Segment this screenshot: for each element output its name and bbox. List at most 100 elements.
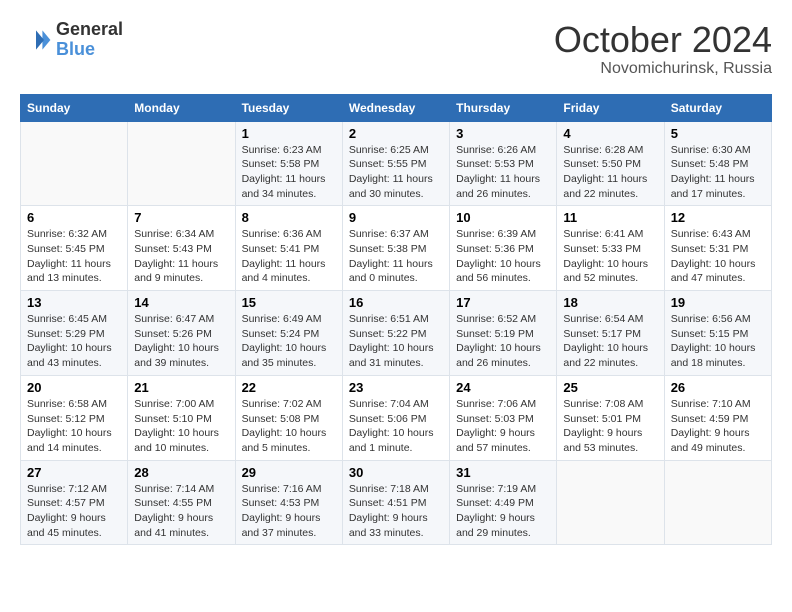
day-number: 3 [456,126,550,141]
calendar-cell: 29 Sunrise: 7:16 AMSunset: 4:53 PMDayligh… [235,460,342,545]
week-row-1: 1 Sunrise: 6:23 AMSunset: 5:58 PMDaylight… [21,121,772,206]
day-content: Sunrise: 6:23 AMSunset: 5:58 PMDaylight:… [242,143,336,202]
calendar-cell: 25Sunrise: 7:08 AMSunset: 5:01 PMDayligh… [557,375,664,460]
day-number: 27 [27,465,121,480]
day-content: Sunrise: 6:51 AMSunset: 5:22 PMDaylight:… [349,312,443,371]
weekday-header-sunday: Sunday [21,94,128,121]
day-content: Sunrise: 7:02 AMSunset: 5:08 PMDaylight:… [242,397,336,456]
calendar-cell: 5Sunrise: 6:30 AMSunset: 5:48 PMDaylight… [664,121,771,206]
calendar-cell: 7 Sunrise: 6:34 AMSunset: 5:43 PMDaylight… [128,206,235,291]
day-content: Sunrise: 6:36 AMSunset: 5:41 PMDaylight:… [242,227,336,286]
day-content: Sunrise: 7:10 AMSunset: 4:59 PMDaylight:… [671,397,765,456]
day-content: Sunrise: 7:04 AMSunset: 5:06 PMDaylight:… [349,397,443,456]
calendar-cell: 11 Sunrise: 6:41 AMSunset: 5:33 PMDayligh… [557,206,664,291]
day-content: Sunrise: 6:45 AMSunset: 5:29 PMDaylight:… [27,312,121,371]
day-content: Sunrise: 7:14 AMSunset: 4:55 PMDaylight:… [134,482,228,541]
day-content: Sunrise: 6:34 AMSunset: 5:43 PMDaylight:… [134,227,228,286]
day-content: Sunrise: 6:49 AMSunset: 5:24 PMDaylight:… [242,312,336,371]
day-content: Sunrise: 7:16 AMSunset: 4:53 PMDaylight:… [242,482,336,541]
day-number: 19 [671,295,765,310]
day-number: 8 [242,210,336,225]
calendar-cell: 8 Sunrise: 6:36 AMSunset: 5:41 PMDaylight… [235,206,342,291]
day-content: Sunrise: 6:26 AMSunset: 5:53 PMDaylight:… [456,143,550,202]
day-number: 4 [563,126,657,141]
page-header: General Blue October 2024 Novomichurinsk… [20,20,772,78]
day-number: 24 [456,380,550,395]
day-number: 10 [456,210,550,225]
day-number: 1 [242,126,336,141]
calendar-cell: 15 Sunrise: 6:49 AMSunset: 5:24 PMDayligh… [235,291,342,376]
calendar-cell: 22 Sunrise: 7:02 AMSunset: 5:08 PMDayligh… [235,375,342,460]
weekday-header-wednesday: Wednesday [342,94,449,121]
day-number: 17 [456,295,550,310]
calendar-cell: 27 Sunrise: 7:12 AMSunset: 4:57 PMDayligh… [21,460,128,545]
location: Novomichurinsk, Russia [554,60,772,78]
day-content: Sunrise: 7:12 AMSunset: 4:57 PMDaylight:… [27,482,121,541]
day-number: 15 [242,295,336,310]
day-content: Sunrise: 6:54 AMSunset: 5:17 PMDaylight:… [563,312,657,371]
day-content: Sunrise: 6:43 AMSunset: 5:31 PMDaylight:… [671,227,765,286]
calendar-cell: 30 Sunrise: 7:18 AMSunset: 4:51 PMDayligh… [342,460,449,545]
logo-icon [20,24,52,56]
month-title: October 2024 [554,20,772,60]
day-number: 7 [134,210,228,225]
calendar-cell: 3 Sunrise: 6:26 AMSunset: 5:53 PMDaylight… [450,121,557,206]
day-content: Sunrise: 7:19 AMSunset: 4:49 PMDaylight:… [456,482,550,541]
day-number: 20 [27,380,121,395]
calendar-cell: 28 Sunrise: 7:14 AMSunset: 4:55 PMDayligh… [128,460,235,545]
weekday-header-row: SundayMondayTuesdayWednesdayThursdayFrid… [21,94,772,121]
day-number: 9 [349,210,443,225]
day-number: 31 [456,465,550,480]
weekday-header-monday: Monday [128,94,235,121]
day-content: Sunrise: 7:06 AMSunset: 5:03 PMDaylight:… [456,397,550,456]
day-number: 23 [349,380,443,395]
calendar-cell: 4 Sunrise: 6:28 AMSunset: 5:50 PMDaylight… [557,121,664,206]
day-number: 30 [349,465,443,480]
day-content: Sunrise: 6:28 AMSunset: 5:50 PMDaylight:… [563,143,657,202]
calendar-cell: 13 Sunrise: 6:45 AMSunset: 5:29 PMDayligh… [21,291,128,376]
week-row-5: 27 Sunrise: 7:12 AMSunset: 4:57 PMDayligh… [21,460,772,545]
day-content: Sunrise: 6:58 AMSunset: 5:12 PMDaylight:… [27,397,121,456]
day-content: Sunrise: 6:39 AMSunset: 5:36 PMDaylight:… [456,227,550,286]
day-content: Sunrise: 6:37 AMSunset: 5:38 PMDaylight:… [349,227,443,286]
logo: General Blue [20,20,123,60]
weekday-header-friday: Friday [557,94,664,121]
weekday-header-thursday: Thursday [450,94,557,121]
calendar-cell: 23 Sunrise: 7:04 AMSunset: 5:06 PMDayligh… [342,375,449,460]
calendar-cell [664,460,771,545]
day-content: Sunrise: 7:18 AMSunset: 4:51 PMDaylight:… [349,482,443,541]
day-number: 12 [671,210,765,225]
day-number: 16 [349,295,443,310]
day-number: 13 [27,295,121,310]
calendar-cell: 12 Sunrise: 6:43 AMSunset: 5:31 PMDayligh… [664,206,771,291]
calendar-cell [21,121,128,206]
calendar-cell: 16 Sunrise: 6:51 AMSunset: 5:22 PMDayligh… [342,291,449,376]
day-number: 6 [27,210,121,225]
day-number: 28 [134,465,228,480]
weekday-header-tuesday: Tuesday [235,94,342,121]
day-number: 2 [349,126,443,141]
day-content: Sunrise: 6:41 AMSunset: 5:33 PMDaylight:… [563,227,657,286]
day-content: Sunrise: 6:47 AMSunset: 5:26 PMDaylight:… [134,312,228,371]
day-content: Sunrise: 6:56 AMSunset: 5:15 PMDaylight:… [671,312,765,371]
logo-text: General Blue [56,20,123,60]
day-number: 5 [671,126,765,141]
day-number: 22 [242,380,336,395]
day-number: 29 [242,465,336,480]
day-content: Sunrise: 6:25 AMSunset: 5:55 PMDaylight:… [349,143,443,202]
day-content: Sunrise: 6:32 AMSunset: 5:45 PMDaylight:… [27,227,121,286]
calendar-cell: 17 Sunrise: 6:52 AMSunset: 5:19 PMDayligh… [450,291,557,376]
calendar-cell [128,121,235,206]
day-number: 11 [563,210,657,225]
calendar-cell [557,460,664,545]
day-number: 26 [671,380,765,395]
calendar-cell: 9 Sunrise: 6:37 AMSunset: 5:38 PMDaylight… [342,206,449,291]
calendar-table: SundayMondayTuesdayWednesdayThursdayFrid… [20,94,772,546]
title-block: October 2024 Novomichurinsk, Russia [554,20,772,78]
calendar-cell: 19 Sunrise: 6:56 AMSunset: 5:15 PMDayligh… [664,291,771,376]
day-content: Sunrise: 6:52 AMSunset: 5:19 PMDaylight:… [456,312,550,371]
calendar-cell: 1 Sunrise: 6:23 AMSunset: 5:58 PMDaylight… [235,121,342,206]
calendar-cell: 24 Sunrise: 7:06 AMSunset: 5:03 PMDayligh… [450,375,557,460]
logo-blue: Blue [56,40,123,60]
day-number: 21 [134,380,228,395]
